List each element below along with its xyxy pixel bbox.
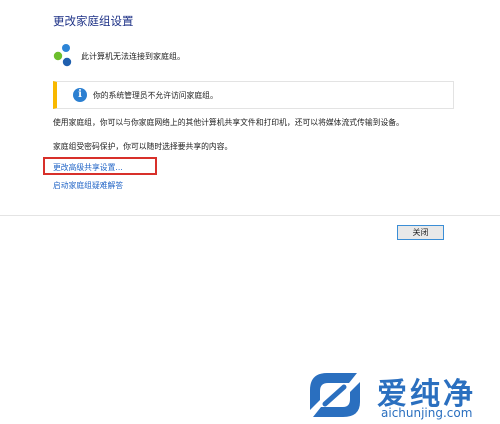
- info-icon: i: [73, 88, 87, 102]
- password-note: 家庭组受密码保护，你可以随时选择要共享的内容。: [53, 142, 233, 151]
- watermark-url: aichunjing.com: [381, 406, 473, 420]
- footer-divider: [0, 215, 500, 216]
- info-banner: i 你的系统管理员不允许访问家庭组。: [53, 81, 454, 109]
- status-message: 此计算机无法连接到家庭组。: [81, 52, 185, 61]
- info-message: 你的系统管理员不允许访问家庭组。: [93, 91, 218, 100]
- close-button[interactable]: 关闭: [397, 225, 444, 240]
- troubleshooter-link[interactable]: 启动家庭组疑难解答: [53, 180, 123, 191]
- description-text: 使用家庭组，你可以与你家庭网络上的其他计算机共享文件和打印机，还可以将媒体流式传…: [53, 118, 404, 127]
- aichunjing-logo: [310, 373, 360, 417]
- advanced-sharing-link[interactable]: 更改高级共享设置...: [53, 162, 123, 173]
- homegroup-icon: [53, 44, 72, 67]
- page-title: 更改家庭组设置: [53, 14, 134, 28]
